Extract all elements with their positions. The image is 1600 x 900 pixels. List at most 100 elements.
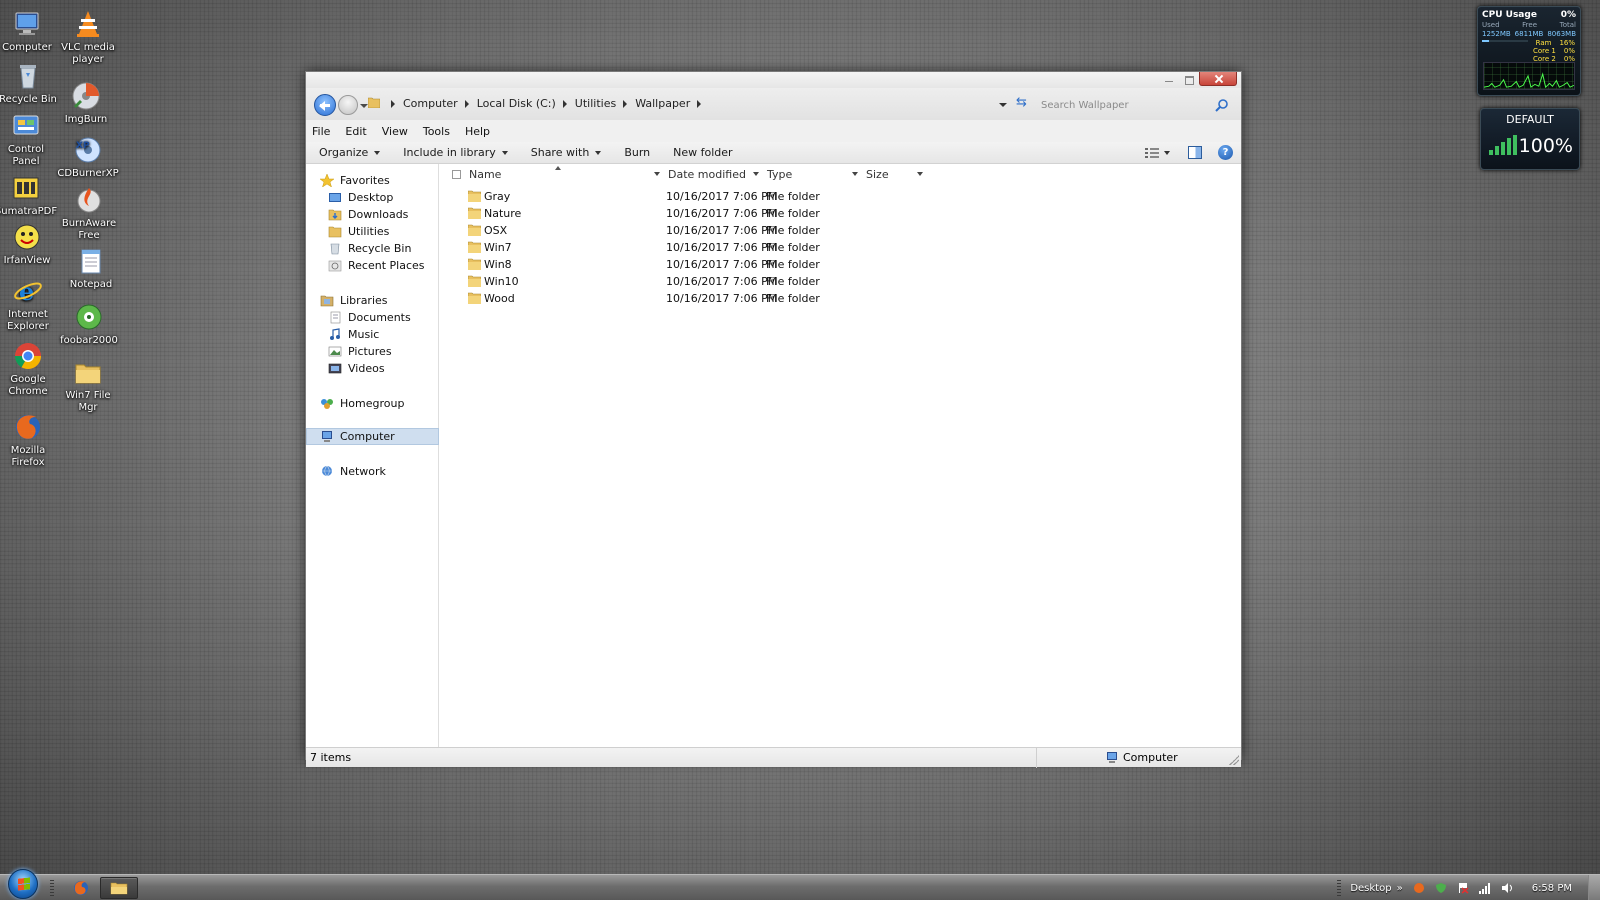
file-row-win10[interactable]: Win10 10/16/2017 7:06 PM File folder [439,273,1241,290]
view-options-dropdown[interactable] [1164,151,1170,155]
burn-button[interactable]: Burn [624,146,650,159]
desktop-icon-win7-file-mgr[interactable]: Win7 File Mgr [56,356,120,414]
breadcrumb-local-disk[interactable]: Local Disk (C:) [477,97,556,110]
size-filter-dropdown[interactable] [917,172,923,176]
include-in-library-button[interactable]: Include in library [403,146,508,159]
chevron-right-icon[interactable] [623,99,628,108]
chevron-right-icon[interactable] [697,99,702,108]
file-row-win8[interactable]: Win8 10/16/2017 7:06 PM File folder [439,256,1241,273]
menu-tools[interactable]: Tools [423,125,450,138]
shield-icon[interactable] [1435,882,1447,894]
minimize-button[interactable] [1159,72,1179,86]
select-all-checkbox[interactable] [452,170,461,179]
refresh-icon[interactable]: ⇆ [1016,96,1030,109]
recent-pages-dropdown[interactable] [360,104,368,108]
forward-button[interactable] [338,95,358,115]
help-icon[interactable]: ? [1218,145,1233,160]
menu-help[interactable]: Help [465,125,490,138]
maximize-button[interactable] [1179,72,1199,86]
close-button[interactable] [1199,72,1237,86]
column-header-type[interactable]: Type [767,168,792,181]
back-button[interactable] [314,94,336,116]
explorer-window[interactable]: Computer Local Disk (C:) Utilities Wallp… [305,71,1242,768]
type-filter-dropdown[interactable] [852,172,858,176]
new-folder-button[interactable]: New folder [673,146,732,159]
date-filter-dropdown[interactable] [753,172,759,176]
music-icon [330,328,340,340]
menu-view[interactable]: View [382,125,408,138]
clock[interactable]: 6:58 PM [1532,883,1572,894]
nav-favorites[interactable]: Favorites [320,172,453,189]
menu-edit[interactable]: Edit [345,125,366,138]
column-header-name[interactable]: Name [469,168,501,181]
organize-button[interactable]: Organize [319,146,381,159]
network-signal-icon[interactable] [1478,882,1491,894]
desktop-icon-imgburn[interactable]: ImgBurn [54,80,118,126]
file-name: Win10 [484,275,519,288]
libraries-icon [320,295,334,307]
desktop-icon-firefox[interactable]: Mozilla Firefox [0,411,60,469]
nav-homegroup[interactable]: Homegroup [320,395,453,412]
taskbar-firefox-button[interactable] [62,877,100,899]
address-history-dropdown[interactable] [999,103,1007,107]
file-list: Name Date modified Type Size Gray 10/16/… [439,164,1241,747]
tray-app-icon[interactable] [1413,882,1425,894]
breadcrumb-root-chevron-icon[interactable] [391,99,395,108]
file-row-win7[interactable]: Win7 10/16/2017 7:06 PM File folder [439,239,1241,256]
documents-icon [330,311,341,324]
irfanview-icon [11,221,43,253]
desktop-icon-notepad[interactable]: Notepad [59,245,123,291]
desktop-icon-sumatrapdf[interactable]: SumatraPDF [0,172,58,218]
breadcrumb-wallpaper[interactable]: Wallpaper [635,97,690,110]
column-header-size[interactable]: Size [866,168,889,181]
taskbar-grip[interactable] [50,880,54,896]
column-header-date-modified[interactable]: Date modified [668,168,746,181]
svg-text:e: e [19,277,34,306]
search-placeholder: Search Wallpaper [1041,99,1129,111]
desktop-icon-recycle-bin[interactable]: Recycle Bin [0,60,60,106]
desktop-icon-chrome[interactable]: Google Chrome [0,340,60,398]
name-filter-dropdown[interactable] [654,172,660,176]
desktop-icon-control-panel[interactable]: Control Panel [0,110,58,168]
file-row-wood[interactable]: Wood 10/16/2017 7:06 PM File folder [439,290,1241,307]
share-with-button[interactable]: Share with [531,146,602,159]
resize-grip[interactable] [1229,755,1239,765]
desktop-icon-burnaware[interactable]: BurnAware Free [57,184,121,242]
breadcrumb-utilities[interactable]: Utilities [575,97,616,110]
search-input[interactable]: Search Wallpaper [1033,94,1235,116]
chevron-double-right-icon[interactable]: » [1397,883,1403,894]
desktop-icon-cdburnerxp[interactable]: XP CDBurnerXP [56,134,120,180]
file-row-osx[interactable]: OSX 10/16/2017 7:06 PM File folder [439,222,1241,239]
navigation-pane: Favorites Desktop Downloads Utilities Re… [306,164,439,747]
show-desktop-button[interactable] [1588,875,1600,900]
system-tray: Desktop » 6:58 PM [1337,875,1600,900]
preview-pane-icon[interactable] [1188,146,1202,159]
desktop-toolbar-label[interactable]: Desktop [1350,883,1391,894]
cpu-usage-gadget[interactable]: CPU Usage 0% Used Free Total 1252MB 6811… [1477,6,1581,96]
desktop-icon-irfanview[interactable]: IrfanView [0,221,59,267]
nav-network[interactable]: Network [320,463,453,480]
chevron-right-icon[interactable] [464,99,469,108]
change-view-icon[interactable] [1145,147,1159,159]
nav-libraries[interactable]: Libraries [320,292,453,309]
chevron-right-icon[interactable] [562,99,567,108]
title-bar[interactable] [306,72,1241,88]
taskbar-explorer-button[interactable] [100,877,138,899]
desktop-icon-foobar2000[interactable]: foobar2000 [57,301,121,347]
breadcrumb-computer[interactable]: Computer [403,97,458,110]
nav-computer[interactable]: Computer [306,428,439,445]
volume-icon[interactable] [1501,882,1513,894]
action-center-flag-icon[interactable] [1457,882,1469,894]
sort-ascending-icon [555,166,561,170]
desktop-icon-vlc[interactable]: VLC media player [56,8,120,66]
file-row-gray[interactable]: Gray 10/16/2017 7:06 PM File folder [439,188,1241,205]
desktop-icon-internet-explorer[interactable]: e Internet Explorer [0,275,60,333]
start-button[interactable] [8,869,38,899]
search-icon[interactable] [1215,98,1229,112]
network-meter-gadget[interactable]: DEFAULT 100% [1480,108,1580,170]
menu-file[interactable]: File [312,125,330,138]
menu-bar: File Edit View Tools Help [306,120,1241,142]
desktop-icon-computer[interactable]: Computer [0,8,59,54]
cpu-gadget-title: CPU Usage [1482,10,1537,20]
file-row-nature[interactable]: Nature 10/16/2017 7:06 PM File folder [439,205,1241,222]
